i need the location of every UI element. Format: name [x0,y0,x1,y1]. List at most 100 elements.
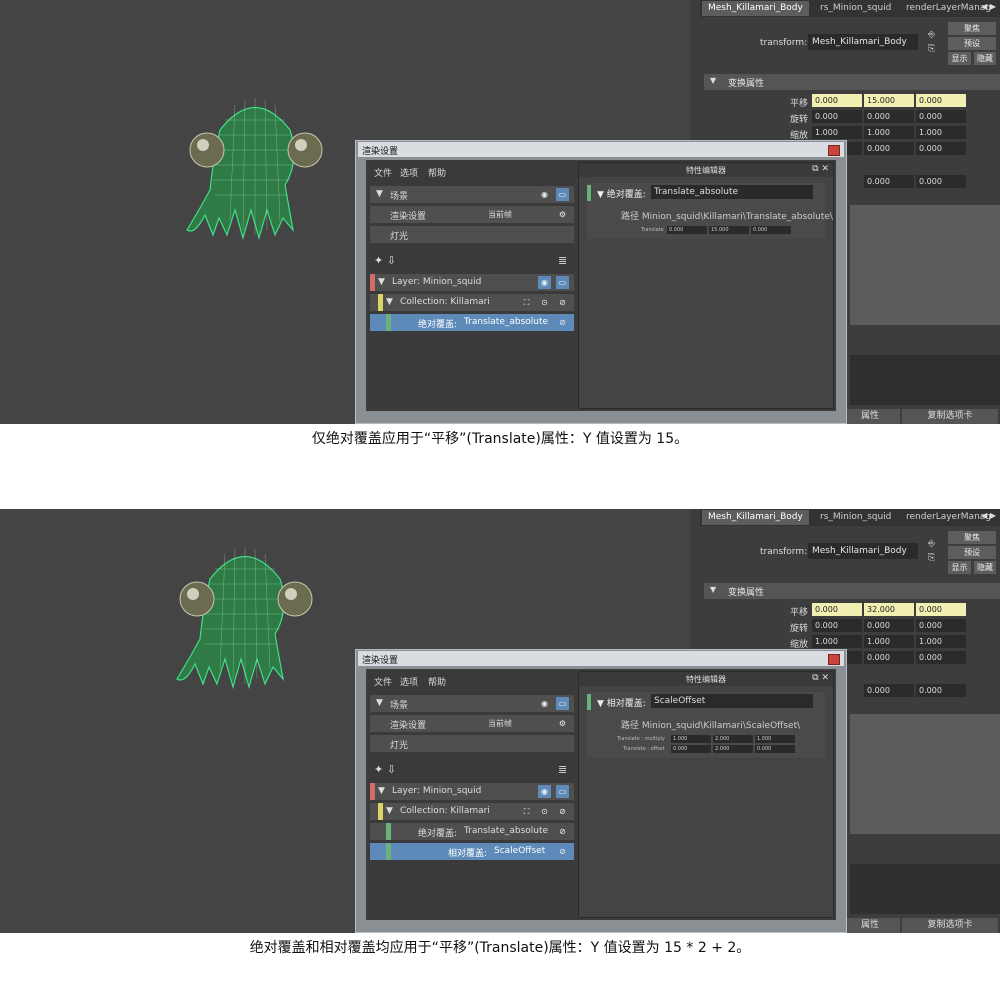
render-visibility-icon[interactable]: ▭ [556,276,569,289]
focus-output-icon[interactable]: ⎘ [928,44,940,54]
menu-file[interactable]: 文件 [374,166,392,179]
scene-row[interactable]: ▼ 场景 ◉ ▭ [370,695,574,712]
gear-icon[interactable]: ⚙ [556,717,569,730]
extra-field-2[interactable]: 0.000 [916,684,966,697]
attributes-button[interactable]: 属性 [840,409,900,424]
collection-row[interactable]: ▼ Collection: Killamari ⛶ ⊙ ⊘ [370,803,574,820]
lights-row[interactable]: 灯光 [370,226,574,243]
collection-row[interactable]: ▼ Collection: Killamari ⛶ ⊙ ⊘ [370,294,574,311]
focus-button[interactable]: 聚焦 [948,531,996,544]
expand-triangle-icon[interactable]: ▼ [386,806,393,816]
tab-scroll-arrows-icon[interactable]: ◀ ▶ [981,511,996,520]
expand-triangle-icon[interactable]: ▼ [376,698,383,708]
create-layer-icon[interactable]: ✦ ⇩ [374,763,396,776]
shear-z-field[interactable]: 0.000 [916,142,966,155]
override-row-absolute[interactable]: 绝对覆盖: Translate_absolute ⊘ [370,314,574,331]
tab-mesh-body[interactable]: Mesh_Killamari_Body [702,510,809,525]
layer-row[interactable]: ▼ Layer: Minion_squid ◉ ▭ [370,274,574,291]
multiply-z[interactable]: 1.000 [755,735,795,743]
translate-y-field[interactable]: 15.000 [864,94,914,107]
offset-z[interactable]: 0.000 [755,745,795,753]
show-button[interactable]: 显示 [948,561,971,574]
attr-value-z[interactable]: 0.000 [751,226,791,234]
focus-input-icon[interactable]: ⎆ [928,539,940,549]
copy-tab-button[interactable]: 复制选项卡 [902,409,998,424]
disable-icon[interactable]: ⊘ [556,296,569,309]
extra-field-2[interactable]: 0.000 [916,175,966,188]
rotate-y-field[interactable]: 0.000 [864,619,914,632]
expand-triangle-icon[interactable]: ▼ [386,297,393,307]
layer-row[interactable]: ▼ Layer: Minion_squid ◉ ▭ [370,783,574,800]
eye-icon[interactable]: ◉ [538,785,551,798]
isolate-icon[interactable]: ⛶ [520,805,533,818]
render-visibility-icon[interactable]: ▭ [556,785,569,798]
menu-options[interactable]: 选项 [400,675,418,688]
scale-x-field[interactable]: 1.000 [812,126,862,139]
disable-icon[interactable]: ⊘ [556,845,569,858]
translate-x-field[interactable]: 0.000 [812,603,862,616]
scale-y-field[interactable]: 1.000 [864,635,914,648]
tab-rs-minion-squid[interactable]: rs_Minion_squid [814,1,897,16]
expand-triangle-icon[interactable]: ▼ [378,786,385,796]
attr-value-y[interactable]: 15.000 [709,226,749,234]
render-settings-row[interactable]: 渲染设置 当前帧 ⚙ [370,206,574,223]
translate-x-field[interactable]: 0.000 [812,94,862,107]
transform-attributes-section[interactable]: ▼ 变换属性 [704,583,1000,599]
disable-icon[interactable]: ⊘ [556,825,569,838]
offset-y[interactable]: 2.000 [713,745,753,753]
disable-icon[interactable]: ⊘ [556,805,569,818]
eye-icon[interactable]: ◉ [538,188,551,201]
presets-button[interactable]: 预设 [948,37,996,50]
transform-name-field[interactable]: Mesh_Killamari_Body [808,543,918,559]
create-layer-icon[interactable]: ✦ ⇩ [374,254,396,267]
focus-button[interactable]: 聚焦 [948,22,996,35]
render-settings-row[interactable]: 渲染设置 当前帧 ⚙ [370,715,574,732]
rotate-z-field[interactable]: 0.000 [916,619,966,632]
gear-icon[interactable]: ⚙ [556,208,569,221]
transform-name-field[interactable]: Mesh_Killamari_Body [808,34,918,50]
rotate-x-field[interactable]: 0.000 [812,619,862,632]
solo-icon[interactable]: ⊙ [538,296,551,309]
eye-icon[interactable]: ◉ [538,697,551,710]
close-icon[interactable] [828,145,840,156]
notes-area[interactable] [850,864,1000,914]
override-row-relative[interactable]: 相对覆盖: ScaleOffset ⊘ [370,843,574,860]
attributes-button[interactable]: 属性 [840,918,900,933]
isolate-icon[interactable]: ⛶ [520,296,533,309]
override-row-absolute[interactable]: 绝对覆盖: Translate_absolute ⊘ [370,823,574,840]
close-icon[interactable] [828,654,840,665]
menu-options[interactable]: 选项 [400,166,418,179]
translate-z-field[interactable]: 0.000 [916,94,966,107]
tab-mesh-body[interactable]: Mesh_Killamari_Body [702,1,809,16]
focus-input-icon[interactable]: ⎆ [928,30,940,40]
lights-row[interactable]: 灯光 [370,735,574,752]
attr-value-x[interactable]: 0.000 [667,226,707,234]
shear-y-field[interactable]: 0.000 [864,651,914,664]
shear-z-field[interactable]: 0.000 [916,651,966,664]
presets-button[interactable]: 预设 [948,546,996,559]
expand-triangle-icon[interactable]: ▼ [378,277,385,287]
scene-row[interactable]: ▼ 场景 ◉ ▭ [370,186,574,203]
menu-file[interactable]: 文件 [374,675,392,688]
translate-z-field[interactable]: 0.000 [916,603,966,616]
scale-y-field[interactable]: 1.000 [864,126,914,139]
float-close-icon[interactable]: ⧉ ✕ [812,673,829,683]
menu-help[interactable]: 帮助 [428,166,446,179]
scale-z-field[interactable]: 1.000 [916,126,966,139]
show-button[interactable]: 显示 [948,52,971,65]
extra-field-1[interactable]: 0.000 [864,175,914,188]
batch-render-icon[interactable]: ≣ [558,763,567,776]
multiply-x[interactable]: 1.000 [671,735,711,743]
solo-icon[interactable]: ⊙ [538,805,551,818]
extra-field-1[interactable]: 0.000 [864,684,914,697]
notes-area[interactable] [850,355,1000,405]
collapse-triangle-icon[interactable]: ▼ [710,76,716,85]
eye-icon[interactable]: ◉ [538,276,551,289]
multiply-y[interactable]: 2.000 [713,735,753,743]
float-close-icon[interactable]: ⧉ ✕ [812,164,829,174]
offset-x[interactable]: 0.000 [671,745,711,753]
hide-button[interactable]: 隐藏 [974,52,996,65]
rotate-x-field[interactable]: 0.000 [812,110,862,123]
render-visibility-icon[interactable]: ▭ [556,188,569,201]
transform-attributes-section[interactable]: ▼ 变换属性 [704,74,1000,90]
